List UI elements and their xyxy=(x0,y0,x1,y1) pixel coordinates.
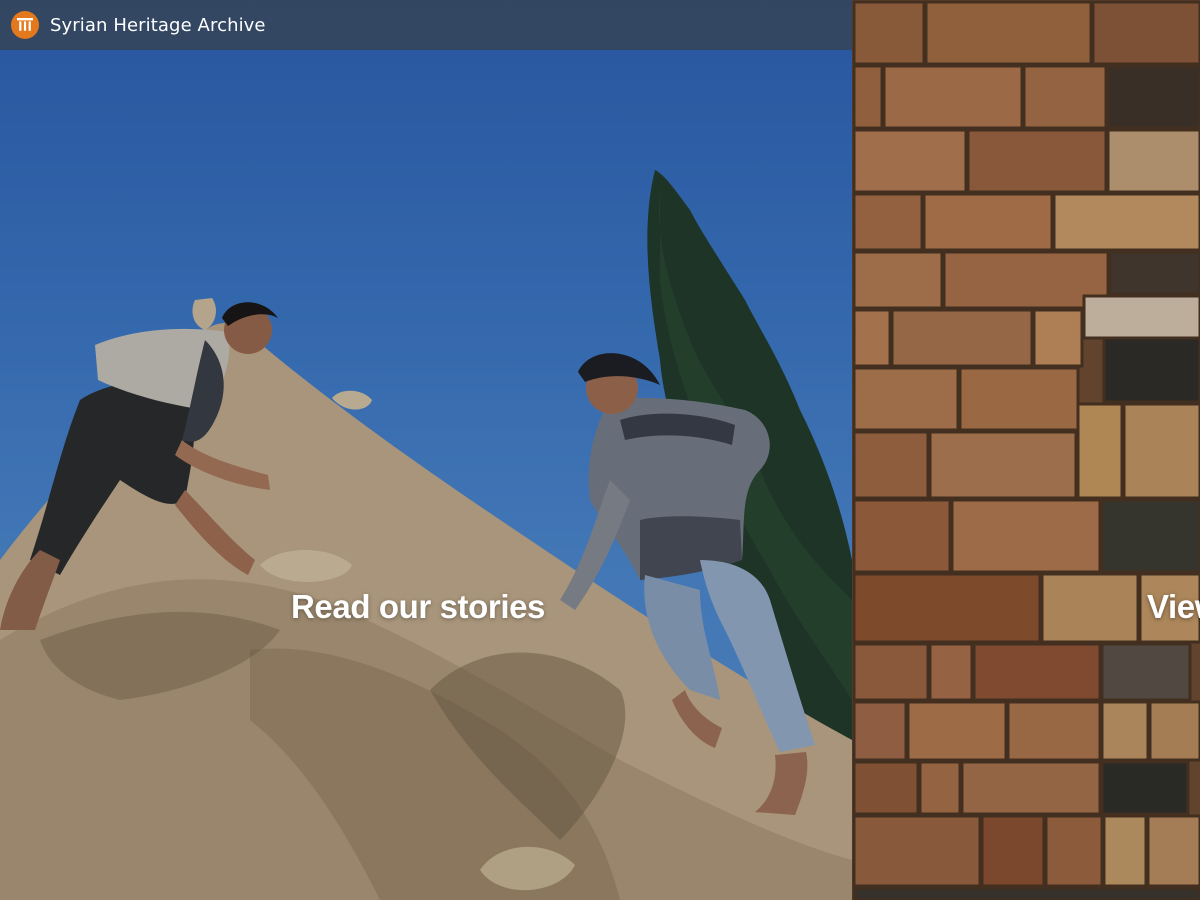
columns-logo-icon[interactable] xyxy=(11,11,39,39)
panel-overlay xyxy=(852,0,1200,900)
view-collection-label[interactable]: View the collection xyxy=(1147,588,1200,626)
site-title[interactable]: Syrian Heritage Archive xyxy=(50,15,266,36)
read-stories-panel[interactable]: Read our stories xyxy=(0,0,852,900)
page: Read our stories Vie Syrian Heritage Arc… xyxy=(0,0,1200,900)
top-bar: Syrian Heritage Archive xyxy=(0,0,852,50)
read-stories-label[interactable]: Read our stories xyxy=(291,588,545,626)
panel-overlay xyxy=(0,0,852,900)
view-collection-panel[interactable]: View the collection xyxy=(852,0,1200,900)
